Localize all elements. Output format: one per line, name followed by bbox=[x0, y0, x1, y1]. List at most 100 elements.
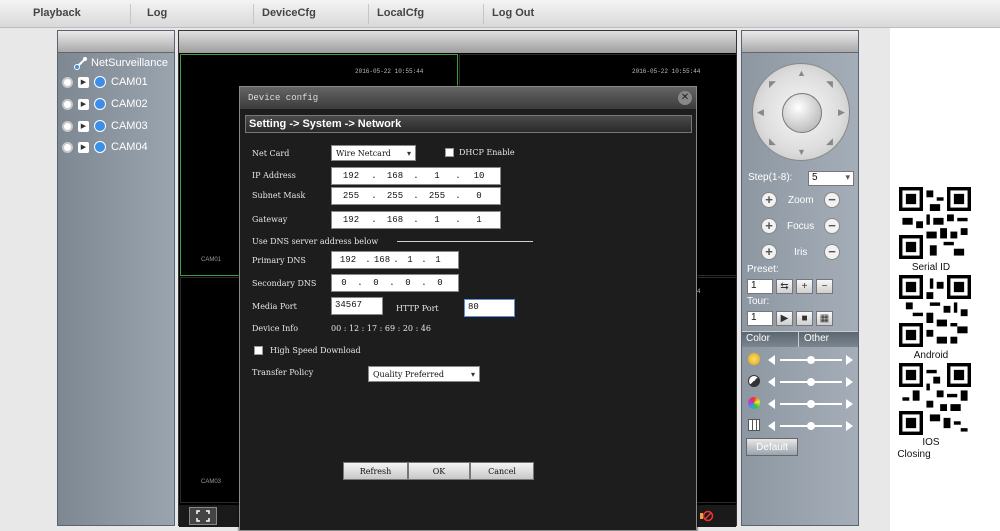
increase-icon[interactable] bbox=[846, 355, 853, 365]
ptz-direction-pad[interactable]: ▲ ▼ ◀ ▶ ◤ ◥ ◣ ◢ bbox=[752, 63, 850, 161]
ip-address-field[interactable]: 192. 168. 1. 10 bbox=[331, 167, 501, 185]
refresh-button[interactable]: Refresh bbox=[343, 462, 408, 480]
chevron-down-icon: ▾ bbox=[470, 369, 475, 379]
start-tour-button[interactable]: ▶ bbox=[776, 311, 793, 326]
nav-separator bbox=[368, 4, 369, 24]
tab-log[interactable]: Log bbox=[147, 7, 167, 19]
play-icon[interactable]: ▶ bbox=[78, 76, 89, 88]
zoom-out-button[interactable]: − bbox=[824, 192, 840, 208]
goto-preset-button[interactable]: ⇆ bbox=[776, 279, 793, 294]
camera-icon[interactable] bbox=[94, 98, 106, 110]
high-speed-checkbox[interactable] bbox=[254, 346, 263, 355]
camera-label: CAM02 bbox=[111, 98, 148, 110]
camera-row[interactable]: ▶ CAM04 bbox=[62, 141, 148, 153]
arrow-up-icon[interactable]: ▲ bbox=[797, 68, 806, 78]
slider-knob[interactable] bbox=[807, 400, 815, 408]
iris-close-button[interactable]: − bbox=[824, 244, 840, 260]
stop-tour-button[interactable]: ■ bbox=[796, 311, 813, 326]
brightness-slider[interactable] bbox=[746, 353, 856, 367]
cancel-button[interactable]: Cancel bbox=[470, 462, 534, 480]
http-port-input[interactable]: 80 bbox=[464, 299, 515, 317]
arrow-up-right-icon[interactable]: ◥ bbox=[826, 79, 833, 90]
arrow-down-left-icon[interactable]: ◣ bbox=[769, 136, 776, 147]
play-icon[interactable]: ▶ bbox=[78, 98, 89, 110]
tour-input[interactable]: 1 bbox=[747, 311, 773, 326]
camera-label: CAM04 bbox=[111, 141, 148, 153]
fullscreen-button[interactable] bbox=[189, 507, 217, 525]
iris-open-button[interactable]: + bbox=[761, 244, 777, 260]
arrow-up-left-icon[interactable]: ◤ bbox=[769, 79, 776, 90]
contrast-slider[interactable] bbox=[746, 375, 856, 389]
ios-label: IOS bbox=[922, 437, 940, 448]
default-button[interactable]: Default bbox=[746, 438, 798, 456]
decrease-icon[interactable] bbox=[768, 399, 775, 409]
decrease-icon[interactable] bbox=[768, 355, 775, 365]
tab-playback[interactable]: Playback bbox=[33, 7, 81, 19]
secondary-dns-field[interactable]: 0. 0. 0. 0 bbox=[331, 274, 459, 292]
slider-knob[interactable] bbox=[807, 378, 815, 386]
camera-row[interactable]: ▶ CAM02 bbox=[62, 98, 148, 110]
primary-dns-field[interactable]: 192. 168. 1. 1 bbox=[331, 251, 459, 269]
camera-icon[interactable] bbox=[94, 76, 106, 88]
ok-button[interactable]: OK bbox=[408, 462, 470, 480]
step-value: 5 bbox=[812, 172, 818, 183]
dns-octet: 0 bbox=[437, 278, 443, 288]
chevron-down-icon: ▾ bbox=[845, 172, 850, 182]
arrow-down-right-icon[interactable]: ◢ bbox=[826, 136, 833, 147]
arrow-right-icon[interactable]: ▶ bbox=[838, 107, 845, 118]
decrease-icon[interactable] bbox=[768, 421, 775, 431]
play-icon[interactable]: ▶ bbox=[78, 120, 89, 132]
slider-knob[interactable] bbox=[807, 356, 815, 364]
subnet-mask-field[interactable]: 255. 255. 255. 0 bbox=[331, 187, 501, 205]
tab-color[interactable]: Color bbox=[746, 333, 770, 344]
gateway-field[interactable]: 192. 168. 1. 1 bbox=[331, 211, 501, 229]
iris-label: Iris bbox=[794, 247, 808, 258]
increase-icon[interactable] bbox=[846, 421, 853, 431]
tour-grid-button[interactable]: ▦ bbox=[816, 311, 833, 326]
add-preset-button[interactable]: + bbox=[796, 279, 813, 294]
arrow-down-icon[interactable]: ▼ bbox=[797, 147, 806, 157]
tab-devicecfg[interactable]: DeviceCfg bbox=[262, 7, 316, 19]
focus-in-button[interactable]: + bbox=[761, 218, 777, 234]
ip-octet: 10 bbox=[473, 171, 485, 181]
tab-separator bbox=[798, 332, 799, 347]
decrease-icon[interactable] bbox=[768, 377, 775, 387]
dhcp-checkbox[interactable] bbox=[445, 148, 454, 157]
camera-icon[interactable] bbox=[94, 120, 106, 132]
camera-row[interactable]: ▶ CAM01 bbox=[62, 76, 148, 88]
step-select[interactable]: 5 ▾ bbox=[808, 171, 854, 186]
close-icon[interactable]: ✕ bbox=[678, 91, 692, 105]
tab-localcfg[interactable]: LocalCfg bbox=[377, 7, 424, 19]
tree-root[interactable]: NetSurveillance bbox=[74, 56, 168, 70]
transfer-policy-select[interactable]: Quality Preferred ▾ bbox=[368, 366, 480, 382]
closing-label: Closing bbox=[897, 449, 931, 460]
record-icon[interactable] bbox=[62, 98, 73, 110]
tab-logout[interactable]: Log Out bbox=[492, 7, 534, 19]
arrow-left-icon[interactable]: ◀ bbox=[757, 107, 764, 118]
hue-slider[interactable] bbox=[746, 419, 856, 433]
ptz-center-button[interactable] bbox=[782, 93, 822, 133]
record-icon[interactable] bbox=[62, 120, 73, 132]
tab-other[interactable]: Other bbox=[804, 333, 829, 344]
camera-row[interactable]: ▶ CAM03 bbox=[62, 120, 148, 132]
increase-icon[interactable] bbox=[846, 377, 853, 387]
play-icon[interactable]: ▶ bbox=[78, 141, 89, 153]
remove-preset-button[interactable]: − bbox=[816, 279, 833, 294]
camera-label: CAM03 bbox=[111, 120, 148, 132]
increase-icon[interactable] bbox=[846, 399, 853, 409]
zoom-in-button[interactable]: + bbox=[761, 192, 777, 208]
ip-octet: 192 bbox=[342, 171, 360, 181]
saturation-slider[interactable] bbox=[746, 397, 856, 411]
focus-out-button[interactable]: − bbox=[824, 218, 840, 234]
alarm-off-button[interactable] bbox=[697, 507, 717, 525]
record-icon[interactable] bbox=[62, 141, 73, 153]
slider-knob[interactable] bbox=[807, 422, 815, 430]
secondary-dns-label: Secondary DNS bbox=[252, 279, 317, 288]
ptz-panel: ▲ ▼ ◀ ▶ ◤ ◥ ◣ ◢ Step(1-8): 5 ▾ + Zoom − … bbox=[741, 30, 859, 526]
media-port-input[interactable]: 34567 bbox=[331, 297, 383, 315]
record-icon[interactable] bbox=[62, 76, 73, 88]
net-card-select[interactable]: Wire Netcard ▾ bbox=[331, 145, 416, 161]
ip-label: IP Address bbox=[252, 171, 296, 180]
preset-input[interactable]: 1 bbox=[747, 279, 773, 294]
camera-icon[interactable] bbox=[94, 141, 106, 153]
